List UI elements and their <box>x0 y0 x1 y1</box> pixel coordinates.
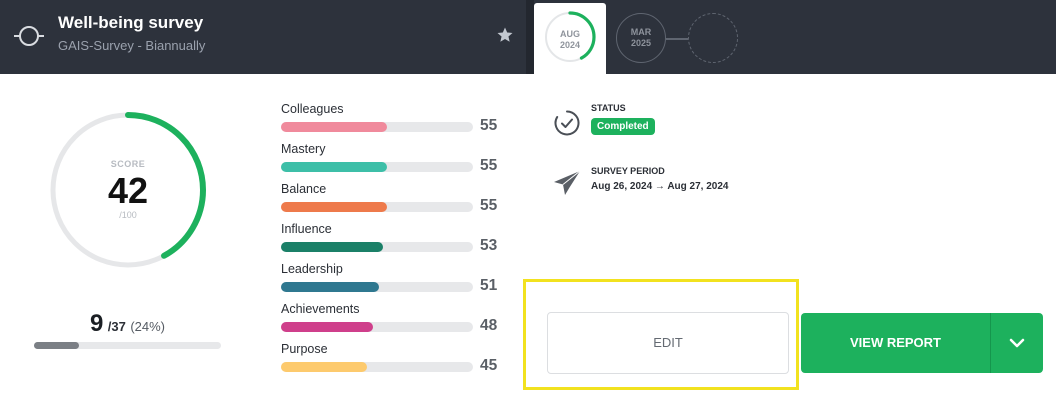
dimension-value: 55 <box>480 157 498 174</box>
dimension-bar <box>281 162 473 172</box>
timeline-next-date: MAR 2025 <box>617 27 665 49</box>
dimension-name: Mastery <box>281 142 326 156</box>
dimension-row: Purpose 45 <box>281 342 511 382</box>
response-count-value: 9 <box>89 310 104 337</box>
dimension-row: Colleagues 55 <box>281 102 511 142</box>
dimension-row: Achievements 48 <box>281 302 511 342</box>
dimension-row: Leadership 51 <box>281 262 511 302</box>
dimension-name: Achievements <box>281 302 360 316</box>
score-value: 42 <box>107 170 149 211</box>
view-report-dropdown[interactable] <box>991 313 1043 373</box>
status-label: STATUS <box>591 103 626 113</box>
header-divider <box>526 0 534 74</box>
dimension-name: Influence <box>281 222 332 236</box>
dimension-row: Balance 55 <box>281 182 511 222</box>
star-icon[interactable] <box>496 26 514 44</box>
dimension-bar-fill <box>281 202 387 212</box>
dimension-name: Purpose <box>281 342 328 356</box>
timeline-next-year: 2025 <box>630 38 652 48</box>
survey-period-value: Aug 26, 2024 → Aug 27, 2024 <box>591 181 729 192</box>
dimension-list: Colleagues 55 Mastery 55 Balance 55 Infl… <box>281 102 511 382</box>
view-report-label: VIEW REPORT <box>849 335 941 350</box>
timeline-active-date: AUG 2024 <box>534 29 606 51</box>
timeline-active-year: 2024 <box>559 40 581 50</box>
dimension-name: Colleagues <box>281 102 344 116</box>
check-circle-icon <box>554 110 580 136</box>
timeline-item-aug-2024[interactable]: AUG 2024 <box>534 3 606 74</box>
dimension-value: 51 <box>480 277 498 294</box>
survey-timeline: AUG 2024 MAR 2025 <box>534 0 1056 74</box>
timeline-connector <box>666 38 688 40</box>
dimension-bar-fill <box>281 162 387 172</box>
survey-title-area: Well-being survey GAIS-Survey - Biannual… <box>0 0 526 74</box>
edit-button[interactable]: EDIT <box>547 312 789 374</box>
dimension-value: 55 <box>480 117 498 134</box>
dimension-bar <box>281 322 473 332</box>
dimension-value: 55 <box>480 197 498 214</box>
survey-header: Well-being survey GAIS-Survey - Biannual… <box>0 0 1056 74</box>
dimension-row: Mastery 55 <box>281 142 511 182</box>
timeline-active-month: AUG <box>560 29 580 39</box>
response-total: /37 <box>107 319 126 334</box>
response-percent: (24%) <box>130 319 166 334</box>
dimension-bar-fill <box>281 122 387 132</box>
response-progress-fill <box>34 342 79 349</box>
dimension-bar <box>281 362 473 372</box>
survey-subtitle: GAIS-Survey - Biannually <box>58 38 206 53</box>
dimension-name: Leadership <box>281 262 343 276</box>
dimension-bar-fill <box>281 282 379 292</box>
score-max: /100 <box>119 210 137 220</box>
chevron-down-icon <box>1009 338 1025 348</box>
dimension-bar <box>281 282 473 292</box>
status-badge: Completed <box>591 118 655 135</box>
dimension-name: Balance <box>281 182 327 196</box>
timeline-empty-slot[interactable] <box>688 13 738 63</box>
response-progress-bar <box>34 342 221 349</box>
dimension-value: 48 <box>480 317 498 334</box>
dimension-value: 53 <box>480 237 498 254</box>
survey-cycle-icon <box>14 26 44 46</box>
timeline-next-month: MAR <box>630 27 652 37</box>
timeline-item-mar-2025[interactable]: MAR 2025 <box>616 13 666 63</box>
paper-plane-icon <box>554 170 581 195</box>
dimension-bar-fill <box>281 362 368 372</box>
dimension-bar <box>281 242 473 252</box>
dimension-value: 45 <box>480 357 498 374</box>
dimension-bar-fill <box>281 322 374 332</box>
dimension-bar <box>281 122 473 132</box>
view-report-button[interactable]: VIEW REPORT <box>801 313 1043 373</box>
survey-period-label: SURVEY PERIOD <box>591 166 665 176</box>
dimension-row: Influence 53 <box>281 222 511 262</box>
score-label: SCORE <box>110 159 146 169</box>
dimension-bar <box>281 202 473 212</box>
dimension-bar-fill <box>281 242 383 252</box>
survey-title: Well-being survey <box>58 13 204 32</box>
response-count: 9 /37 (24%) <box>34 310 221 338</box>
